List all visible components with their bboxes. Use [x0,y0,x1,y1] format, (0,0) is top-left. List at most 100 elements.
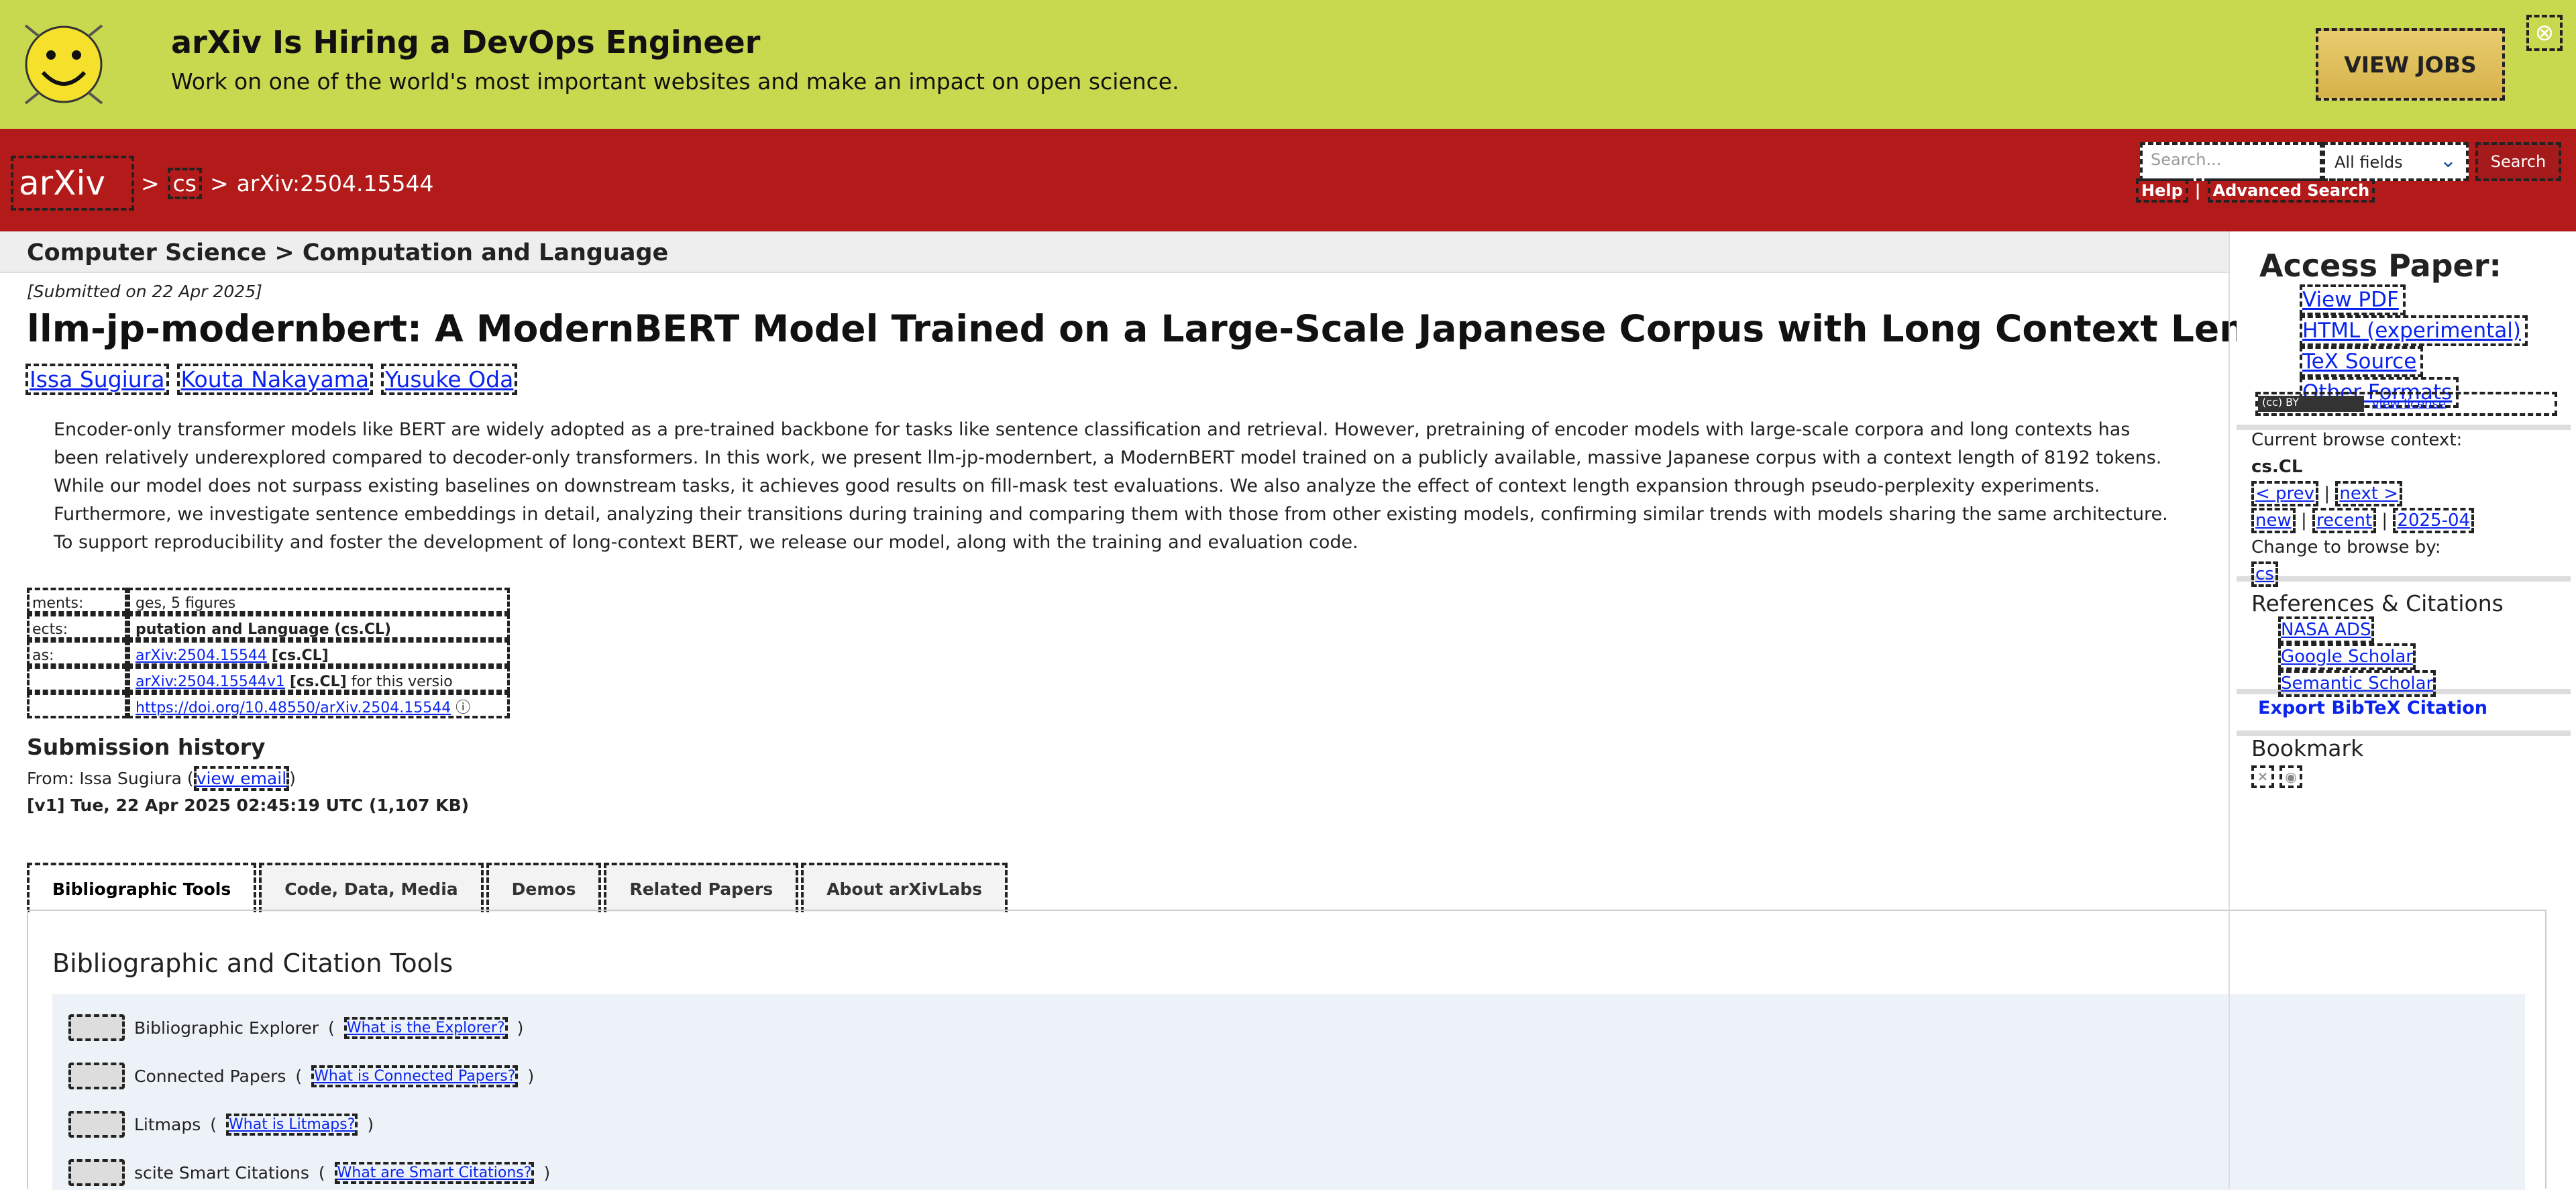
smiley-logo-icon [24,24,103,105]
site-header: arXiv > cs > arXiv:2504.15544 Search... … [0,129,2576,231]
labs-tabs: Bibliographic Tools Code, Data, Media De… [27,863,1008,912]
breadcrumb-separator: > [141,170,160,197]
version-link[interactable]: arXiv:2504.15544v1 [136,673,285,690]
connected-papers-toggle[interactable] [68,1063,125,1089]
recent-link[interactable]: recent [2312,508,2377,533]
tool-help-link[interactable]: What are Smart Citations? [334,1161,535,1184]
prev-next: < prev | next > [2251,480,2474,507]
version-label[interactable] [27,666,127,692]
doi-row: https://doi.org/10.48550/arXiv.2504.1554… [27,692,510,718]
author-link[interactable]: Kouta Nakayama [176,364,374,395]
change-cs-link[interactable]: cs [2251,561,2278,587]
breadcrumb-cs-link[interactable]: cs [167,168,202,199]
tab-related-papers[interactable]: Related Papers [604,863,799,912]
reddit-icon[interactable]: ◉ [2279,765,2302,788]
context-label: Current browse context: [2251,430,2463,450]
doi-value: https://doi.org/10.48550/arXiv.2504.1554… [127,692,510,718]
cite-label[interactable]: as: [27,640,127,666]
search-input[interactable]: Search... [2140,142,2322,181]
history-heading: Submission history [27,734,266,760]
bibsonomy-icon[interactable]: ✕ [2251,765,2274,788]
month-link[interactable]: 2025-04 [2393,508,2475,533]
search-field-value: All fields [2334,153,2403,172]
doi-link[interactable]: https://doi.org/10.48550/arXiv.2504.1554… [136,700,451,716]
cc-by-badge: (cc) BY [2258,396,2364,412]
view-pdf-link[interactable]: View PDF [2300,284,2406,315]
litmaps-toggle[interactable] [68,1111,125,1138]
cite-value: arXiv:2504.15544 [cs.CL] [127,640,510,666]
history-v1: [v1] Tue, 22 Apr 2025 02:45:19 UTC (1,10… [27,796,470,815]
help-link[interactable]: Help [2136,178,2188,203]
breadcrumb-paper-id: arXiv:2504.15544 [236,170,434,197]
context-value: cs.CL [2251,457,2303,477]
version-tag: [cs.CL] [289,673,347,690]
comments-value[interactable]: ges, 5 figures [127,588,510,614]
browse-context: Current browse context: cs.CL < prev | n… [2251,427,2475,588]
tab-about-arxivlabs[interactable]: About arXivLabs [801,863,1008,912]
browse-lists: new | recent | 2025-04 [2251,507,2475,534]
export-bibtex-link[interactable]: Export BibTeX Citation [2258,698,2487,718]
tools-panel: Bibliographic and Citation Tools Bibliog… [27,910,2546,1190]
author-link[interactable]: Yusuke Oda [381,364,518,395]
tool-help-link[interactable]: What is Connected Papers? [311,1065,519,1087]
subjects-value[interactable]: putation and Language (cs.CL) [127,614,510,640]
tool-row: Bibliographic Explorer (What is the Expl… [68,1014,523,1041]
submission-history: Submission history From: Issa Sugiura (v… [27,734,469,819]
tool-label: Litmaps [134,1114,201,1134]
metadata-table: ments: ges, 5 figures ects: putation and… [27,588,510,718]
advanced-search-link[interactable]: Advanced Search [2207,178,2375,203]
view-email-link[interactable]: view email [193,766,290,791]
search-field-select[interactable]: All fields ⌄ [2322,142,2469,181]
cite-link[interactable]: arXiv:2504.15544 [136,647,267,663]
view-jobs-button[interactable]: VIEW JOBS [2316,28,2505,101]
arxiv-logo[interactable]: arXiv [11,156,134,211]
arxiv-logo-icon: arXiv [19,164,105,203]
doi-label [27,692,127,718]
paper-title: llm-jp-modernbert: A ModernBERT Model Tr… [27,307,2316,350]
search-button[interactable]: Search [2475,142,2561,181]
tools-heading: Bibliographic and Citation Tools [52,949,453,978]
tool-help-link[interactable]: What is the Explorer? [343,1016,508,1039]
html-link[interactable]: HTML (experimental) [2300,315,2528,346]
comments-label[interactable]: ments: [27,588,127,614]
author-link[interactable]: Issa Sugiura [25,364,169,395]
submitted-date: [Submitted on 22 Apr 2025] [27,282,262,301]
tool-row: Connected Papers (What is Connected Pape… [68,1063,534,1089]
license-link[interactable]: (cc) BY view license [2255,392,2557,416]
subjects-label[interactable]: ects: [27,614,127,640]
bookmark-heading: Bookmark [2251,735,2364,761]
google-scholar-link[interactable]: Google Scholar [2278,643,2416,670]
next-link[interactable]: next > [2335,481,2403,506]
banner-subtitle: Work on one of the world's most importan… [171,68,1179,95]
nasa-ads-link[interactable]: NASA ADS [2278,616,2374,643]
tool-help-link[interactable]: What is Litmaps? [226,1113,358,1136]
tab-bibliographic-tools[interactable]: Bibliographic Tools [27,863,257,912]
explorer-toggle[interactable] [68,1014,125,1041]
history-from: From: Issa Sugiura (view email) [27,765,469,792]
tool-row: Litmaps (What is Litmaps?) [68,1111,374,1138]
tool-label: Bibliographic Explorer [134,1018,319,1038]
comments-row: ments: ges, 5 figures [27,588,510,614]
new-link[interactable]: new [2251,508,2296,533]
scite-toggle[interactable] [68,1159,125,1186]
info-icon[interactable]: ⓘ [455,700,470,716]
abstract: Encoder-only transformer models like BER… [54,419,2168,553]
tool-label: scite Smart Citations [134,1162,309,1183]
tab-demos[interactable]: Demos [486,863,602,912]
refs-links: NASA ADS Google Scholar Semantic Scholar [2278,616,2504,697]
semantic-scholar-link[interactable]: Semantic Scholar [2278,670,2436,697]
cite-row: as: arXiv:2504.15544 [cs.CL] [27,640,510,666]
change-label: Change to browse by: [2251,537,2441,557]
author-list: Issa Sugiura Kouta Nakayama Yusuke Oda [25,364,518,395]
prev-link[interactable]: < prev [2251,481,2319,506]
tab-code-data-media[interactable]: Code, Data, Media [259,863,484,912]
access-links: View PDF HTML (experimental) TeX Source … [2300,284,2528,408]
bookmark-section: Bookmark ✕ ◉ [2251,735,2363,788]
tex-source-link[interactable]: TeX Source [2300,346,2424,377]
tool-label: Connected Papers [134,1066,286,1086]
access-paper-heading: Access Paper: [2259,248,2502,284]
close-banner-icon[interactable]: ⊗ [2526,15,2563,51]
view-license-link[interactable]: view license [2372,397,2446,411]
cite-tag: [cs.CL] [271,647,329,664]
version-suffix: for this versio [351,673,453,690]
